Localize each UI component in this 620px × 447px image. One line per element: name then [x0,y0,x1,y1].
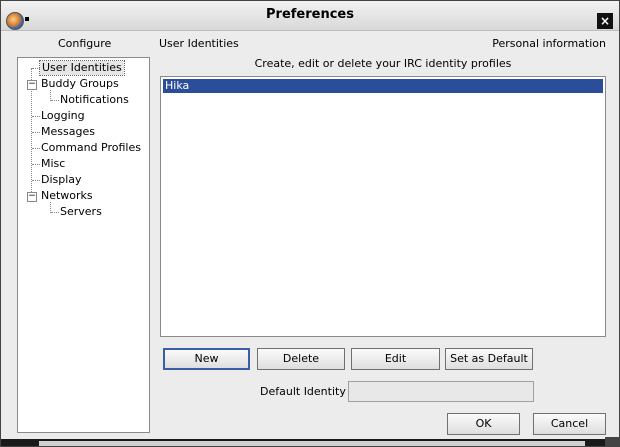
config-tree[interactable]: − − User Identities Buddy Groups Notific… [17,57,150,433]
edit-button[interactable]: Edit [351,348,440,370]
tree-item-misc[interactable]: Misc [41,157,65,171]
close-button[interactable]: × [597,13,613,29]
title-bar[interactable]: Preferences × [1,1,619,31]
identity-list[interactable]: Hika [160,76,606,337]
default-identity-field[interactable] [348,381,534,402]
set-as-default-button[interactable]: Set as Default [445,348,533,370]
tree-item-user-identities[interactable]: User Identities [39,60,125,76]
tree-connector [32,116,40,117]
resize-grip-icon[interactable] [605,437,619,446]
new-button[interactable]: New [163,348,250,370]
collapse-icon[interactable]: − [27,80,37,90]
tree-connector [32,68,40,69]
window-title: Preferences [266,7,354,22]
tree-connector [32,180,40,181]
section-subtitle: Personal information [492,37,606,50]
tree-connector [51,212,59,213]
sidebar-header: Configure [58,37,112,50]
identity-list-item[interactable]: Hika [163,79,603,93]
tree-item-logging[interactable]: Logging [41,109,85,123]
tree-item-notifications[interactable]: Notifications [60,93,129,107]
tree-connector [32,132,40,133]
tree-connector [51,100,59,101]
tree-connector [32,164,40,165]
tree-item-networks[interactable]: Networks [41,189,93,203]
default-identity-label: Default Identity [260,385,346,398]
section-description: Create, edit or delete your IRC identity… [254,57,512,70]
preferences-window: Preferences × Configure − − User Identit… [0,0,620,447]
tree-item-display[interactable]: Display [41,173,82,187]
tree-connector [32,148,40,149]
tree-item-command-profiles[interactable]: Command Profiles [41,141,141,155]
delete-button[interactable]: Delete [257,348,345,370]
tree-item-servers[interactable]: Servers [60,205,102,219]
tree-item-buddy-groups[interactable]: Buddy Groups [41,77,119,91]
collapse-icon[interactable]: − [27,192,37,202]
section-title: User Identities [159,37,239,50]
cancel-button[interactable]: Cancel [533,413,606,435]
tree-item-messages[interactable]: Messages [41,125,95,139]
scrollbar-thumb[interactable] [39,441,585,446]
ok-button[interactable]: OK [447,413,520,435]
